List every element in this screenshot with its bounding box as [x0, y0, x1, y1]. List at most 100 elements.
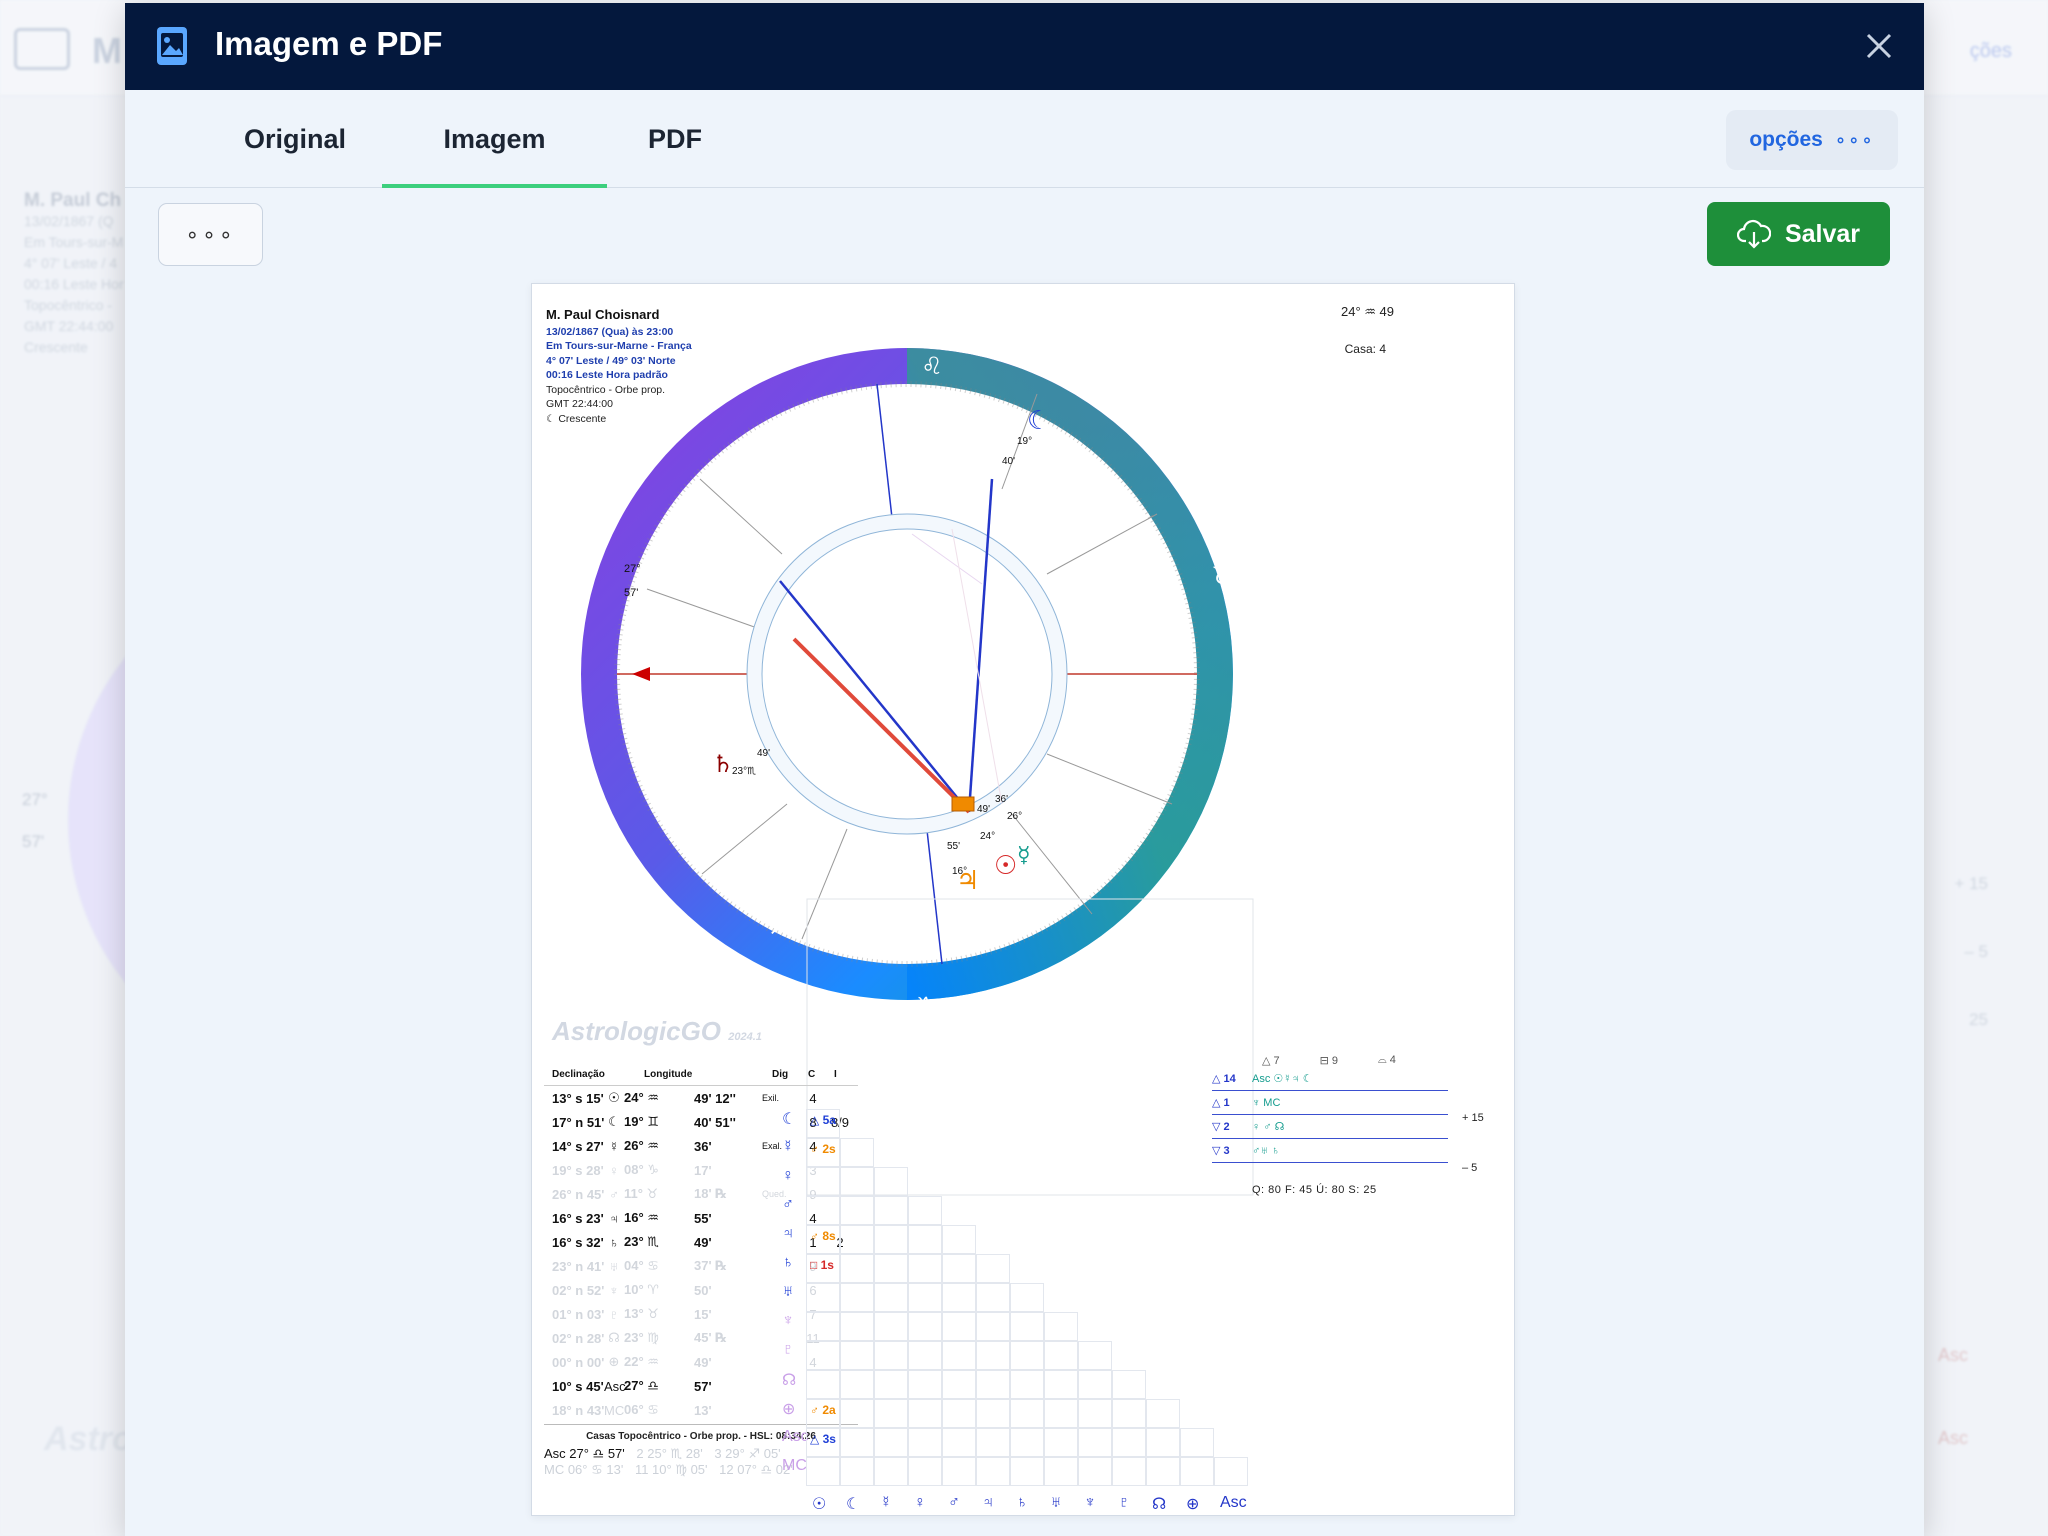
aspect-row-label: ⊕	[782, 1401, 796, 1418]
table-cell-decl: 19° s 28'	[552, 1162, 604, 1178]
aspect-cell	[806, 1457, 840, 1486]
aspect-cell	[908, 1196, 942, 1225]
aspect-row-label: ♆	[782, 1312, 794, 1329]
table-cell-lon: 06° ♋	[624, 1402, 659, 1417]
cloud-download-icon	[1736, 219, 1771, 249]
aspects-grid: ☾ ☿ ♀ ♂ ♃ ♄ ♅ ♆ ♇ ☊ ⊕ Asc MC △ 5a ♂ 2s ♂ 8s □ 1s ♂ 2a △ 3s…	[782, 1079, 1252, 1513]
table-cell-glyph: ♇	[609, 1306, 619, 1322]
sun-house: Casa: 4	[1344, 342, 1386, 356]
more-options-button[interactable]: ∘∘∘	[158, 203, 263, 266]
aspect-cell	[1146, 1399, 1180, 1428]
table-cell-lon: 22° ♒	[624, 1354, 659, 1369]
degree-label: 36'	[995, 794, 1008, 805]
table-cell-min: 17'	[694, 1162, 712, 1178]
table-cell-decl: 14° s 27'	[552, 1138, 604, 1154]
saturn-glyph: ♄	[712, 750, 734, 778]
chart-info: M. Paul Choisnard 13/02/1867 (Qua) às 23…	[546, 307, 692, 426]
aspect-cell	[1078, 1399, 1112, 1428]
aspect-cell	[874, 1167, 908, 1196]
table-cell-min: 37' ℞	[694, 1258, 727, 1273]
save-label: Salvar	[1784, 219, 1861, 248]
element-value: ♂♅ ♄	[1252, 1144, 1280, 1157]
sign-sagittarius: ♐	[769, 912, 791, 940]
aspect-cell	[976, 1312, 1010, 1341]
table-cell-decl: 17° n 51'	[552, 1114, 605, 1130]
aspect-cell	[806, 1312, 840, 1341]
chart-watermark: AstrologicGO 2024.1	[552, 1016, 762, 1047]
aspect-cell	[840, 1138, 874, 1167]
aspect-cell	[840, 1370, 874, 1399]
header-declination: Declinação	[552, 1069, 605, 1080]
table-cell-min: 45' ℞	[694, 1330, 727, 1345]
table-cell-lon: 19° ♊	[624, 1114, 659, 1129]
aspect-cell	[1078, 1370, 1112, 1399]
asc-degree: 27°	[624, 563, 641, 575]
aspect-row-label: ♅	[782, 1283, 794, 1300]
aspect-cell	[976, 1254, 1010, 1283]
elements-minus: – 5	[1462, 1162, 1478, 1174]
options-label: opções	[1749, 128, 1823, 151]
table-cell-min: 49'	[694, 1234, 712, 1250]
tab-original[interactable]: Original	[185, 90, 405, 188]
options-button[interactable]: opções ∘∘∘	[1726, 110, 1898, 170]
table-cell-glyph: ♃	[609, 1210, 619, 1226]
chart-preview: ♌ ♋ ♊ ♉ ♈ ♓ ♒ ♑ ♐ ♏ ♎ ♍ ☾ ♄ ♃ ☉ ☿ 19° 40…	[531, 283, 1515, 1516]
table-cell-min: 49'	[694, 1354, 712, 1370]
close-button[interactable]	[1856, 23, 1902, 69]
aspect-cell	[874, 1428, 908, 1457]
aspect-cell	[1044, 1370, 1078, 1399]
sign-libra: ♎	[661, 612, 683, 640]
aspect-row-label: ☊	[782, 1372, 797, 1389]
degree-label: 26°	[1007, 811, 1022, 822]
table-cell-decl: 18° n 43'	[552, 1402, 605, 1418]
aspect-cell	[976, 1370, 1010, 1399]
table-cell-glyph: ♅	[609, 1258, 619, 1274]
sign-gemini: ♊	[1168, 432, 1190, 460]
aspect-cell	[874, 1254, 908, 1283]
aspect-cell	[840, 1196, 874, 1225]
tab-pdf[interactable]: PDF	[595, 90, 755, 188]
chart-info-line: Topocêntrico - Orbe prop.	[546, 383, 666, 396]
table-cell-lon: 04° ♋	[624, 1258, 659, 1273]
tab-bar: Original Imagem PDF opções ∘∘∘	[125, 90, 1924, 188]
table-cell-glyph: ♄	[609, 1234, 619, 1250]
aspect-cell	[840, 1225, 874, 1254]
aspect-entry: △ 3s	[810, 1432, 836, 1446]
element-value: Asc ☉☿♃ ☾	[1252, 1073, 1313, 1085]
aspect-cell	[840, 1312, 874, 1341]
save-button[interactable]: Salvar	[1707, 202, 1890, 266]
aspect-cell	[908, 1283, 942, 1312]
element-total: ⌓ 4	[1378, 1054, 1396, 1066]
aspect-col-label: ☿	[880, 1494, 892, 1511]
aspect-row-label: ♇	[782, 1341, 794, 1358]
degree-label: 16°	[952, 866, 967, 877]
aspect-cell	[1078, 1428, 1112, 1457]
aspect-cell	[874, 1370, 908, 1399]
degree-label: 24°	[980, 831, 995, 842]
sun-glyph: ☉	[994, 851, 1017, 881]
aspect-entry: ♂ 2a	[810, 1403, 836, 1417]
table-cell-decl: 02° n 28'	[552, 1330, 605, 1346]
aspect-cell	[806, 1196, 840, 1225]
aspect-entry: ♂ 2s	[810, 1142, 836, 1156]
table-cell-decl: 16° s 23'	[552, 1210, 604, 1226]
degree-label: 49'	[757, 748, 770, 759]
table-cell-glyph: ☉	[608, 1090, 620, 1105]
element-value: ♆ MC	[1252, 1096, 1281, 1109]
aspect-cell	[1078, 1341, 1112, 1370]
aspect-cell	[1214, 1457, 1248, 1486]
aspect-cell	[874, 1341, 908, 1370]
aspect-row-label: ☿	[782, 1138, 794, 1155]
aspect-col-label: ♅	[1050, 1494, 1062, 1511]
watermark-version: 2024.1	[728, 1031, 762, 1043]
table-cell-lon: 16° ♒	[624, 1210, 659, 1225]
tab-imagem[interactable]: Imagem	[382, 90, 607, 188]
sun-marker	[951, 796, 975, 812]
aspect-col-label: ☾	[846, 1496, 861, 1513]
aspect-cell	[874, 1283, 908, 1312]
aspect-row-label: ☾	[782, 1111, 797, 1128]
watermark-text: AstrologicGO	[552, 1016, 722, 1046]
aspect-entry: △ 5a	[810, 1113, 836, 1127]
sign-scorpio: ♏	[669, 787, 691, 815]
table-cell-min: 40' 51''	[694, 1114, 736, 1130]
